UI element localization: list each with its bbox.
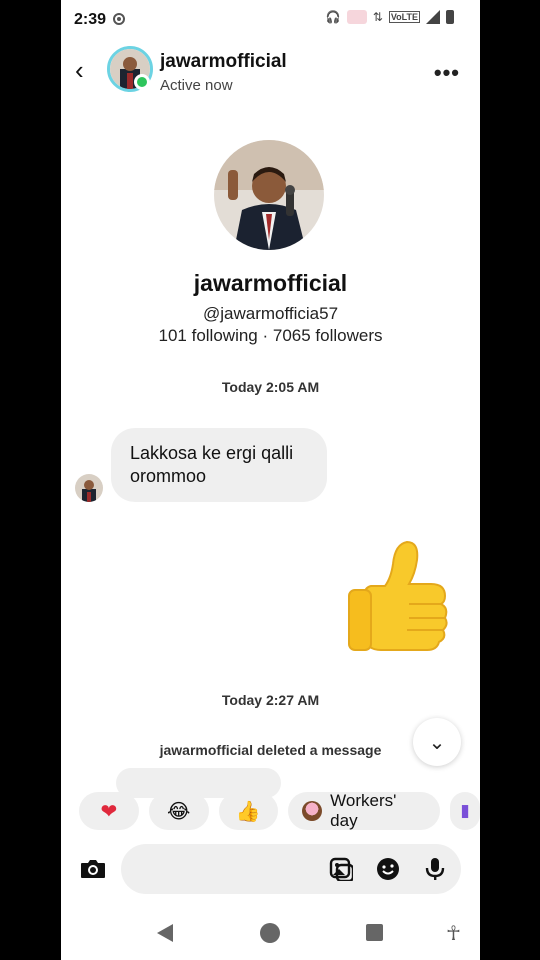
header-username[interactable]: jawarmofficial	[160, 51, 287, 73]
profile-name: jawarmofficial	[193, 270, 348, 296]
profile-handle: @jawarmofficia57	[202, 304, 339, 323]
partial-chip-icon: ▮	[460, 801, 470, 820]
quick-replies: ❤ 😂 👍 Workers' day ▮	[79, 791, 480, 830]
profile-avatar[interactable]	[214, 140, 324, 250]
timestamp: Today 2:05 AM	[221, 379, 320, 395]
battery-icon	[446, 10, 454, 24]
chat-header: ‹ jawarmofficial Active now •••	[61, 40, 480, 102]
settings-icon	[113, 13, 125, 25]
accessibility-icon[interactable]: ☥	[446, 921, 461, 946]
sender-avatar[interactable]	[75, 474, 103, 502]
volte-badge: VoLTE	[388, 11, 420, 23]
wifi-icon: ⇅	[372, 10, 383, 24]
thumbs-up-sticker[interactable]	[345, 538, 455, 654]
camera-icon[interactable]	[79, 855, 107, 883]
more-options-icon[interactable]: •••	[434, 60, 460, 86]
heart-reaction-chip[interactable]: ❤	[79, 792, 139, 830]
workers-day-label: Workers' day	[330, 791, 397, 830]
laughing-emoji-icon: 😂	[166, 800, 191, 823]
sticker-icon[interactable]	[376, 857, 400, 881]
blurred-icon	[346, 10, 367, 24]
phone-screen: 2:39 🎧 ⇅ VoLTE ‹ jawarmofficial Active n…	[61, 0, 480, 960]
workers-day-chip[interactable]: Workers' day	[288, 791, 441, 830]
back-arrow-icon[interactable]: ‹	[75, 56, 84, 84]
signal-icon	[426, 10, 440, 24]
nav-home-icon[interactable]	[260, 923, 280, 943]
nav-recents-icon[interactable]	[366, 924, 383, 941]
active-status-dot	[134, 74, 150, 90]
heart-icon: ❤	[100, 800, 118, 823]
microphone-icon[interactable]	[423, 857, 447, 881]
chevron-down-icon: ⌄	[428, 731, 446, 754]
timestamp: Today 2:27 AM	[221, 692, 320, 708]
headphones-icon: 🎧	[325, 10, 341, 24]
thumbs-up-icon: 👍	[235, 800, 261, 823]
status-bar: 2:39 🎧 ⇅ VoLTE	[61, 0, 480, 40]
navigation-bar: ☥	[61, 905, 480, 960]
thumbs-up-reaction-chip[interactable]: 👍	[218, 792, 279, 830]
cake-icon	[302, 801, 323, 821]
gallery-icon[interactable]	[329, 857, 353, 881]
laugh-reaction-chip[interactable]: 😂	[148, 792, 209, 830]
scroll-down-button[interactable]: ⌄	[413, 718, 461, 766]
more-chip[interactable]: ▮	[450, 792, 480, 830]
received-message-bubble[interactable]: Lakkosa ke ergi qalli orommoo	[111, 428, 327, 502]
status-time: 2:39	[74, 11, 107, 28]
header-active-status: Active now	[160, 77, 233, 94]
profile-stats: 101 following · 7065 followers	[158, 326, 383, 345]
status-icons: 🎧 ⇅ VoLTE	[326, 10, 454, 24]
nav-back-icon[interactable]	[157, 924, 173, 942]
message-input[interactable]	[121, 844, 461, 894]
